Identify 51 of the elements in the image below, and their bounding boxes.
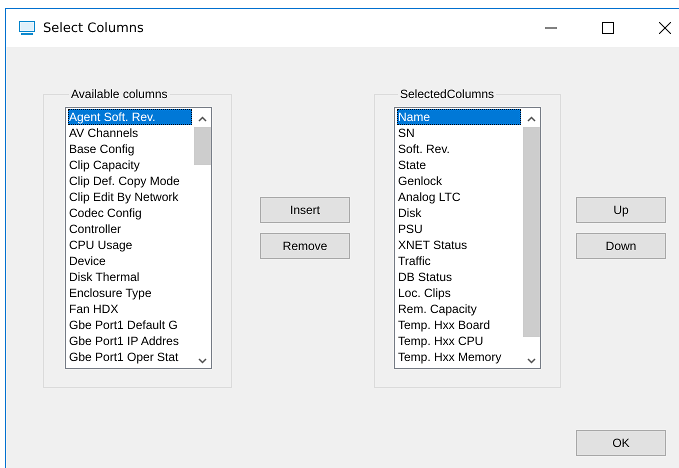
list-item[interactable]: Gbe Port1 IP Addres (68, 333, 192, 349)
list-item[interactable]: Disk (397, 205, 521, 221)
ok-button[interactable]: OK (576, 430, 666, 456)
list-item[interactable]: Clip Capacity (68, 157, 192, 173)
list-item[interactable]: Loc. Clips (397, 285, 521, 301)
list-item[interactable]: PSU (397, 221, 521, 237)
list-item[interactable]: Clip Def. Copy Mode (68, 173, 192, 189)
scroll-up-icon[interactable] (198, 116, 207, 122)
list-item[interactable]: Analog LTC (397, 189, 521, 205)
list-item[interactable]: Enclosure Type (68, 285, 192, 301)
scroll-thumb[interactable] (523, 127, 540, 337)
list-item[interactable]: State (397, 157, 521, 173)
list-item[interactable]: Soft. Rev. (397, 141, 521, 157)
list-item[interactable]: Gbe Port1 Oper Stat (68, 349, 192, 365)
list-item[interactable]: Fan HDX (68, 301, 192, 317)
remove-button[interactable]: Remove (260, 233, 350, 259)
list-item[interactable]: Temp. Hxx Memory (397, 349, 521, 365)
list-item[interactable]: Controller (68, 221, 192, 237)
group-title: Available columns (70, 87, 168, 101)
list-item[interactable]: Clip Edit By Network (68, 189, 192, 205)
up-button[interactable]: Up (576, 197, 666, 223)
list-item[interactable]: Disk Thermal (68, 269, 192, 285)
list-item[interactable]: Codec Config (68, 205, 192, 221)
list-item[interactable]: DB Status (397, 269, 521, 285)
list-item[interactable]: Traffic (397, 253, 521, 269)
group-title: SelectedColumns (399, 87, 496, 101)
scroll-up-icon[interactable] (527, 116, 536, 122)
list-box[interactable] (65, 107, 212, 369)
monitor-icon (18, 20, 36, 36)
list-item[interactable]: Rem. Capacity (397, 301, 521, 317)
list-item[interactable]: Name (397, 109, 521, 125)
list-item[interactable]: Temp. Hxx Board (397, 317, 521, 333)
list-item[interactable]: AV Channels (68, 125, 192, 141)
list-item[interactable]: Device (68, 253, 192, 269)
list-item[interactable]: XNET Status (397, 237, 521, 253)
list-item[interactable]: Genlock (397, 173, 521, 189)
scroll-thumb[interactable] (194, 127, 211, 165)
list-item[interactable]: Agent Soft. Rev. (68, 109, 192, 125)
list-item[interactable]: Base Config (68, 141, 192, 157)
maximize-icon[interactable] (602, 22, 614, 34)
list-item[interactable]: Gbe Port1 Default G (68, 317, 192, 333)
list-item[interactable]: Temp. Hxx CPU (397, 333, 521, 349)
window-title: Select Columns (43, 20, 144, 36)
list-item[interactable]: CPU Usage (68, 237, 192, 253)
scroll-down-icon[interactable] (527, 358, 536, 364)
list-box[interactable]: Name SN Soft. Rev. State Genlock Analog LTC Disk PSU XNET Status Traffic DB Status Loc. Clips Rem. Capacity Temp. Hxx Board Temp. Hxx CPU Temp. Hxx Memory (394, 107, 541, 369)
close-icon[interactable] (659, 22, 671, 34)
down-button[interactable]: Down (576, 233, 666, 259)
list-item[interactable]: SN (397, 125, 521, 141)
insert-button[interactable]: Insert (260, 197, 350, 223)
scroll-down-icon[interactable] (198, 358, 207, 364)
